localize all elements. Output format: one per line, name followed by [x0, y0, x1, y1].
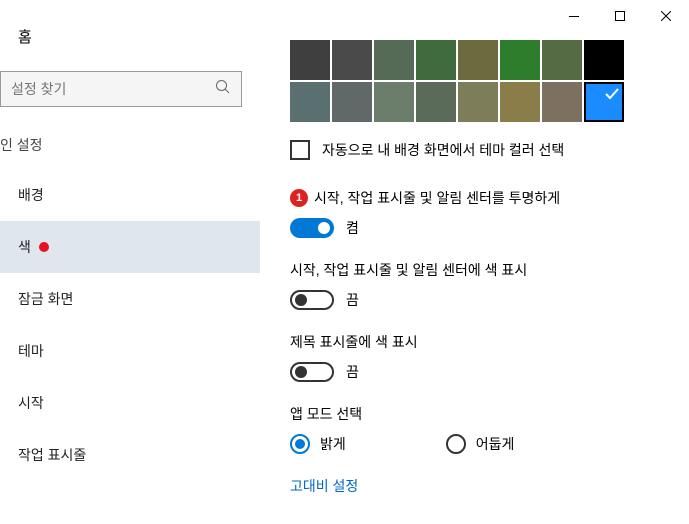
search-icon: [215, 79, 231, 100]
radio-label: 밝게: [320, 434, 346, 454]
color-swatch-selected[interactable]: [584, 82, 624, 122]
sidebar-item-label: 잠금 화면: [18, 289, 73, 309]
radio-icon: [290, 434, 310, 454]
toggle-state-text: 끔: [346, 290, 359, 310]
show-color-label: 시작, 작업 표시줄 및 알림 센터에 색 표시: [290, 260, 527, 280]
titlebar-color-toggle[interactable]: [290, 362, 334, 382]
search-input-container[interactable]: [0, 71, 242, 107]
color-swatch-grid: [290, 40, 659, 122]
color-swatch[interactable]: [458, 82, 498, 122]
auto-color-checkbox[interactable]: [290, 140, 310, 160]
maximize-button[interactable]: [597, 0, 643, 32]
toggle-state-text: 끔: [346, 362, 359, 382]
titlebar-color-label: 제목 표시줄에 색 표시: [290, 332, 418, 352]
color-swatch[interactable]: [500, 40, 540, 80]
color-swatch[interactable]: [416, 40, 456, 80]
color-swatch[interactable]: [332, 82, 372, 122]
color-swatch[interactable]: [374, 82, 414, 122]
color-swatch[interactable]: [374, 40, 414, 80]
radio-label: 어둡게: [476, 434, 515, 454]
sidebar-item-label: 배경: [18, 185, 44, 205]
app-mode-dark-radio[interactable]: 어둡게: [446, 434, 515, 454]
transparency-toggle[interactable]: [290, 218, 334, 238]
show-color-toggle[interactable]: [290, 290, 334, 310]
app-mode-label: 앱 모드 선택: [290, 404, 362, 424]
home-link[interactable]: 홈: [0, 20, 260, 53]
transparency-label: 시작, 작업 표시줄 및 알림 센터를 투명하게: [314, 188, 560, 208]
color-swatch[interactable]: [542, 40, 582, 80]
indicator-dot-icon: [39, 242, 49, 252]
color-swatch[interactable]: [332, 40, 372, 80]
color-swatch[interactable]: [290, 40, 330, 80]
sidebar-item-color[interactable]: 색: [0, 221, 260, 273]
main-content: 자동으로 내 배경 화면에서 테마 컬러 선택 1 시작, 작업 표시줄 및 알…: [260, 0, 689, 524]
checkmark-icon: [604, 86, 620, 102]
sidebar-item-label: 시작: [18, 393, 44, 413]
auto-color-label: 자동으로 내 배경 화면에서 테마 컬러 선택: [322, 140, 564, 160]
sidebar-item-label: 색: [18, 237, 31, 257]
sidebar-subheader: 인 설정: [0, 127, 260, 169]
sidebar-item-label: 작업 표시줄: [18, 445, 86, 465]
sidebar-item-label: 테마: [18, 341, 44, 361]
minimize-button[interactable]: [551, 0, 597, 32]
color-swatch[interactable]: [416, 82, 456, 122]
annotation-marker: 1: [290, 189, 308, 207]
sidebar-item-start[interactable]: 시작: [0, 377, 260, 429]
toggle-state-text: 켬: [346, 218, 359, 238]
color-swatch[interactable]: [458, 40, 498, 80]
search-input[interactable]: [11, 81, 215, 97]
color-swatch[interactable]: [542, 82, 582, 122]
sidebar-item-theme[interactable]: 테마: [0, 325, 260, 377]
app-mode-light-radio[interactable]: 밝게: [290, 434, 346, 454]
close-button[interactable]: [643, 0, 689, 32]
color-swatch[interactable]: [584, 40, 624, 80]
radio-icon: [446, 434, 466, 454]
color-swatch[interactable]: [290, 82, 330, 122]
sidebar-item-lockscreen[interactable]: 잠금 화면: [0, 273, 260, 325]
sidebar-item-taskbar[interactable]: 작업 표시줄: [0, 429, 260, 481]
color-swatch[interactable]: [500, 82, 540, 122]
high-contrast-link[interactable]: 고대비 설정: [290, 476, 659, 496]
sidebar-item-background[interactable]: 배경: [0, 169, 260, 221]
sidebar: 홈 인 설정 배경 색 잠금 화면 테마 시작 작업 표시줄: [0, 0, 260, 524]
